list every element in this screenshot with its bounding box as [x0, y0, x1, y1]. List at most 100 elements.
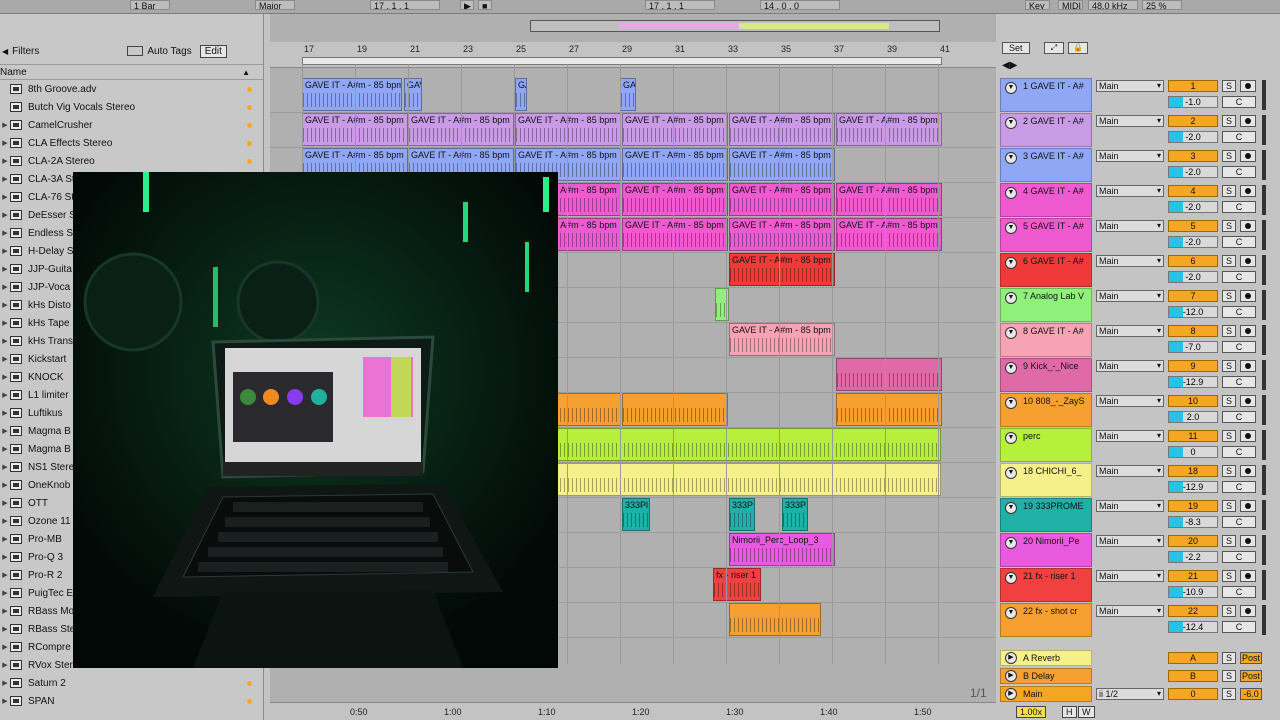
track-activator[interactable]: 4 [1168, 185, 1218, 197]
pan-field[interactable]: C [1222, 516, 1256, 528]
fold-arrow-icon[interactable]: ▼ [1005, 362, 1017, 374]
audio-clip[interactable]: Nimorii_Perc_Loop_3 [729, 533, 835, 566]
chevron-left-icon[interactable]: ◀ [2, 47, 8, 56]
w-button[interactable]: W [1078, 706, 1095, 718]
expand-icon[interactable]: ⤢ [1044, 42, 1064, 54]
post-button[interactable]: -6.0 [1240, 688, 1262, 700]
volume-field[interactable]: -12.9 [1168, 376, 1218, 388]
stop-button[interactable]: ■ [478, 0, 492, 10]
track-activator[interactable]: 5 [1168, 220, 1218, 232]
solo-button[interactable]: S [1222, 500, 1236, 512]
solo-button[interactable]: S [1222, 605, 1236, 617]
solo-button[interactable]: S [1222, 465, 1236, 477]
expand-triangle-icon[interactable]: ▶ [0, 409, 10, 417]
expand-triangle-icon[interactable]: ▶ [0, 193, 10, 201]
solo-button[interactable]: S [1222, 115, 1236, 127]
expand-triangle-icon[interactable]: ▶ [0, 517, 10, 525]
output-routing-select[interactable]: Main [1096, 605, 1164, 617]
track-name[interactable]: ▼ 4 GAVE IT - A# [1000, 183, 1092, 217]
audio-clip[interactable]: GAVE IT - A#m - 85 bpm [729, 113, 835, 146]
audio-clip[interactable] [515, 463, 941, 496]
return-activator[interactable]: 0 [1168, 688, 1218, 700]
fold-arrow-icon[interactable]: ▼ [1005, 432, 1017, 444]
pan-field[interactable]: C [1222, 306, 1256, 318]
audio-clip[interactable]: 333Pl [622, 498, 650, 531]
loop-brace[interactable] [302, 57, 942, 65]
key-button[interactable]: Key [1025, 0, 1050, 10]
track-activator[interactable]: 2 [1168, 115, 1218, 127]
track-name[interactable]: ▼ 8 GAVE IT - A# [1000, 323, 1092, 357]
solo-button[interactable]: S [1222, 325, 1236, 337]
nav-arrows-icon[interactable]: ◀▶ [1002, 60, 1017, 71]
expand-triangle-icon[interactable]: ▶ [0, 463, 10, 471]
play-icon[interactable]: ▶ [1005, 670, 1017, 682]
audio-clip[interactable]: GAVE IT - A#m - 85 bpm [622, 113, 728, 146]
quantize-select[interactable]: 1 Bar [130, 0, 170, 10]
pan-field[interactable]: C [1222, 236, 1256, 248]
arm-button[interactable] [1240, 465, 1256, 477]
audio-clip[interactable]: GAVE IT - A#m - 85 bpm [622, 218, 728, 251]
arm-button[interactable] [1240, 570, 1256, 582]
browser-item[interactable]: Butch Vig Vocals Stereo [0, 98, 264, 116]
audio-clip[interactable]: 333P [782, 498, 808, 531]
pan-field[interactable]: C [1222, 201, 1256, 213]
browser-item[interactable]: 8th Groove.adv [0, 80, 264, 98]
lock-icon[interactable]: 🔒 [1068, 42, 1088, 54]
browser-item[interactable]: ▶ CLA Effects Stereo [0, 134, 264, 152]
audio-clip[interactable] [729, 603, 821, 636]
pan-field[interactable]: C [1222, 271, 1256, 283]
track-name[interactable]: ▼ 20 Nimorii_Pe [1000, 533, 1092, 567]
track-activator[interactable]: 3 [1168, 150, 1218, 162]
expand-triangle-icon[interactable]: ▶ [0, 553, 10, 561]
output-routing-select[interactable]: Main [1096, 185, 1164, 197]
expand-triangle-icon[interactable]: ▶ [0, 247, 10, 255]
fold-arrow-icon[interactable]: ▼ [1005, 327, 1017, 339]
audio-clip[interactable]: GAVE IT - A#m - 85 bpm [836, 113, 942, 146]
audio-clip[interactable] [836, 358, 942, 391]
arm-button[interactable] [1240, 500, 1256, 512]
audio-clip[interactable]: GAV [404, 78, 422, 111]
audio-clip[interactable]: GAVE IT - A#m - 85 bpm [729, 323, 835, 356]
volume-field[interactable]: -2.2 [1168, 551, 1218, 563]
track-activator[interactable]: 8 [1168, 325, 1218, 337]
browser-item[interactable]: ▶ Saturn 2 [0, 674, 264, 692]
name-column-header[interactable]: Name ▲ [0, 64, 264, 80]
expand-triangle-icon[interactable]: ▶ [0, 481, 10, 489]
track-name[interactable]: ▼ 5 GAVE IT - A# [1000, 218, 1092, 252]
bar-ruler[interactable]: 17 19 21 23 25 27 29 31 33 35 37 39 41 [270, 42, 996, 68]
expand-triangle-icon[interactable]: ▶ [0, 211, 10, 219]
volume-field[interactable]: -1.0 [1168, 96, 1218, 108]
favorite-dot-icon[interactable] [247, 122, 252, 128]
expand-triangle-icon[interactable]: ▶ [0, 643, 10, 651]
track-activator[interactable]: 20 [1168, 535, 1218, 547]
loop-length-display[interactable]: 14 . 0 . 0 [760, 0, 840, 10]
audio-clip[interactable] [515, 428, 941, 461]
output-routing-select[interactable]: Main [1096, 80, 1164, 92]
output-routing-select[interactable]: Main [1096, 115, 1164, 127]
tag-icon[interactable] [127, 46, 144, 56]
audio-clip[interactable]: GAVE IT - A#m - 85 bpm [729, 218, 835, 251]
track-name[interactable]: ▼ 1 GAVE IT - A# [1000, 78, 1092, 112]
return-name[interactable]: ▶ B Delay [1000, 668, 1092, 684]
output-routing-select[interactable]: Main [1096, 570, 1164, 582]
arrangement-overview[interactable] [530, 20, 940, 32]
solo-button[interactable]: S [1222, 255, 1236, 267]
pan-field[interactable]: C [1222, 481, 1256, 493]
filters-label[interactable]: Filters [12, 46, 39, 57]
expand-triangle-icon[interactable]: ▶ [0, 175, 10, 183]
browser-item[interactable]: ▶ CLA-2A Stereo [0, 152, 264, 170]
track-name[interactable]: ▼ 19 333PROME [1000, 498, 1092, 532]
volume-field[interactable]: 0 [1168, 446, 1218, 458]
post-button[interactable]: Post [1240, 652, 1262, 664]
expand-triangle-icon[interactable]: ▶ [0, 499, 10, 507]
expand-triangle-icon[interactable]: ▶ [0, 283, 10, 291]
audio-clip[interactable]: fx - riser 1 [713, 568, 761, 601]
arm-button[interactable] [1240, 220, 1256, 232]
arm-button[interactable] [1240, 430, 1256, 442]
pan-field[interactable]: C [1222, 446, 1256, 458]
fold-arrow-icon[interactable]: ▼ [1005, 257, 1017, 269]
volume-field[interactable]: -12.0 [1168, 306, 1218, 318]
loop-start-display[interactable]: 17 . 1 . 1 [645, 0, 715, 10]
auto-tags-button[interactable]: Auto Tags [147, 46, 191, 57]
solo-button[interactable]: S [1222, 290, 1236, 302]
